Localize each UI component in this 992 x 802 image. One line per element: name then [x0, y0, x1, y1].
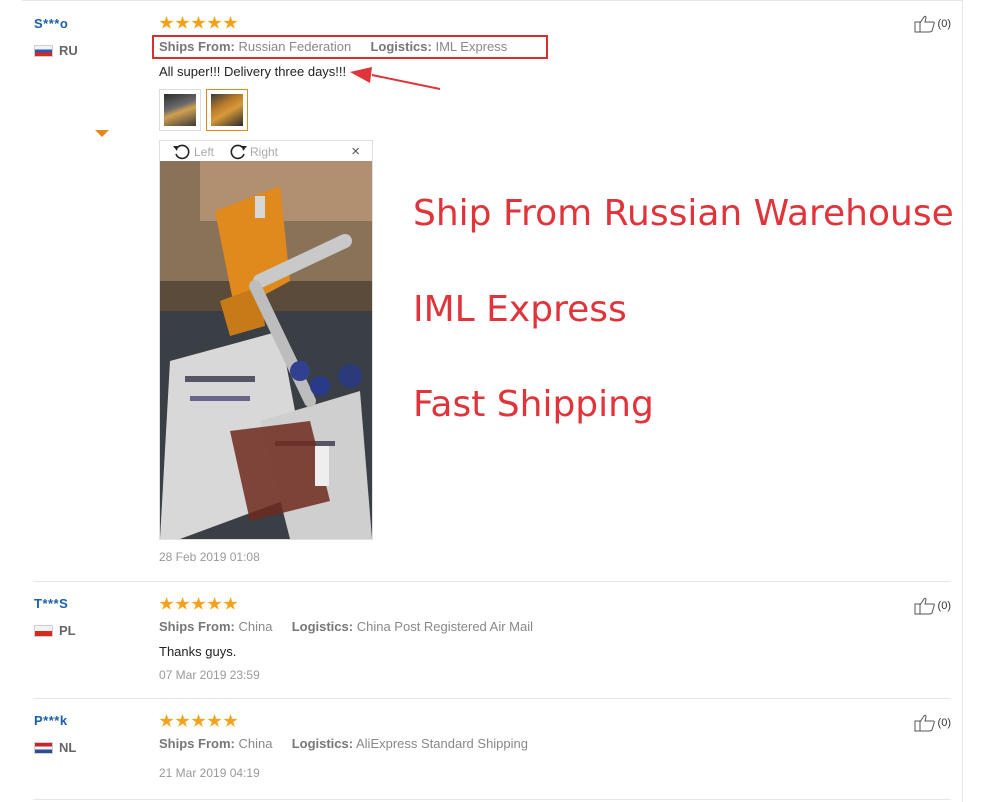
star-icon	[159, 597, 174, 610]
thumbs-up-icon	[914, 714, 935, 732]
star-rating	[159, 597, 238, 611]
logistics-label: Logistics:	[291, 736, 354, 751]
review-item: T***S PL Ships From: China Logistics: Ch…	[33, 582, 951, 699]
helpful-button[interactable]: (0)	[914, 597, 951, 615]
star-icon	[223, 714, 238, 727]
review-item: P***k NL Ships From: China Logistics: Al…	[33, 699, 951, 800]
reviewer-name: P***k	[34, 713, 68, 728]
star-icon	[159, 714, 174, 727]
ships-from-label: Ships From:	[159, 736, 235, 751]
star-icon	[207, 714, 222, 727]
helpful-count: (0)	[937, 600, 951, 612]
annotation-line-2: IML Express	[413, 289, 627, 330]
star-icon	[191, 597, 206, 610]
review-date: 07 Mar 2019 23:59	[159, 668, 260, 682]
country-code: PL	[59, 623, 76, 638]
reviewer-country: NL	[34, 740, 76, 755]
annotation-line-1: Ship From Russian Warehouse	[413, 193, 954, 234]
flag-pl-icon	[34, 624, 53, 637]
helpful-count: (0)	[937, 717, 951, 729]
country-code: NL	[59, 740, 77, 755]
thumbs-up-icon	[914, 597, 935, 615]
ships-from-value: China	[238, 736, 273, 751]
helpful-button[interactable]: (0)	[914, 714, 951, 732]
star-icon	[191, 714, 206, 727]
ships-from-value: China	[238, 619, 273, 634]
reviewer-name: T***S	[34, 596, 69, 611]
star-icon	[207, 597, 222, 610]
logistics-label: Logistics:	[291, 619, 354, 634]
shipping-info: Ships From: China Logistics: AliExpress …	[159, 736, 528, 751]
star-icon	[223, 597, 238, 610]
shipping-info: Ships From: China Logistics: China Post …	[159, 619, 533, 634]
logistics-value: China Post Registered Air Mail	[356, 619, 534, 634]
review-comment: Thanks guys.	[159, 644, 237, 659]
flag-nl-icon	[34, 741, 53, 754]
reviewer-country: PL	[34, 623, 76, 638]
annotation-line-3: Fast Shipping	[413, 384, 654, 425]
review-date: 21 Mar 2019 04:19	[159, 766, 260, 780]
logistics-value: AliExpress Standard Shipping	[356, 736, 528, 751]
star-rating	[159, 714, 238, 728]
review-divider	[33, 799, 951, 800]
star-icon	[175, 597, 190, 610]
star-icon	[175, 714, 190, 727]
ships-from-label: Ships From:	[159, 619, 235, 634]
